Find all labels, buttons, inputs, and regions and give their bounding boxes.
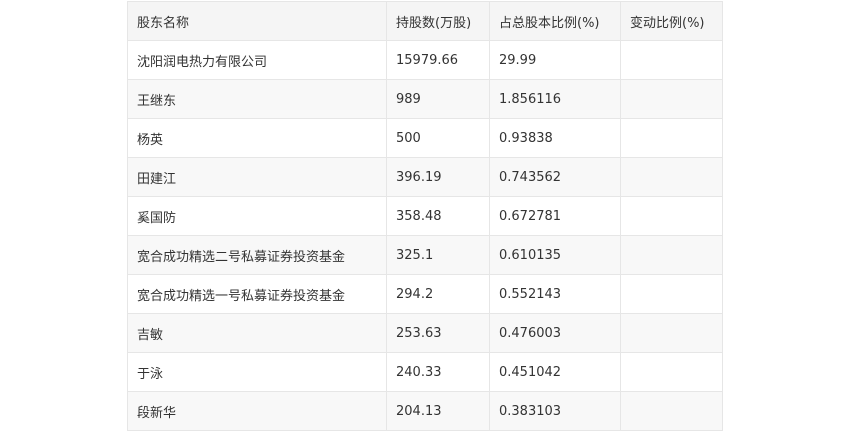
cell-shares-held: 253.63: [386, 313, 490, 353]
cell-shareholder-name: 宽合成功精选二号私募证券投资基金: [127, 235, 387, 275]
cell-shares-held: 358.48: [386, 196, 490, 236]
cell-share-ratio: 0.610135: [489, 235, 621, 275]
cell-share-ratio: 0.383103: [489, 391, 621, 431]
cell-shareholder-name: 于泳: [127, 352, 387, 392]
table-row: 宽合成功精选一号私募证券投资基金 294.2 0.552143: [127, 274, 723, 314]
cell-change-ratio: [620, 79, 723, 119]
shareholder-table: 股东名称 持股数(万股) 占总股本比例(%) 变动比例(%) 沈阳润电热力有限公…: [127, 1, 723, 431]
cell-change-ratio: [620, 274, 723, 314]
cell-change-ratio: [620, 196, 723, 236]
table-row: 段新华 204.13 0.383103: [127, 391, 723, 431]
cell-shareholder-name: 王继东: [127, 79, 387, 119]
header-change-ratio: 变动比例(%): [620, 1, 723, 41]
header-shareholder-name: 股东名称: [127, 1, 387, 41]
table-row: 吉敏 253.63 0.476003: [127, 313, 723, 353]
cell-shares-held: 989: [386, 79, 490, 119]
cell-shareholder-name: 吉敏: [127, 313, 387, 353]
cell-share-ratio: 0.476003: [489, 313, 621, 353]
cell-shares-held: 294.2: [386, 274, 490, 314]
cell-shareholder-name: 宽合成功精选一号私募证券投资基金: [127, 274, 387, 314]
cell-shares-held: 500: [386, 118, 490, 158]
cell-change-ratio: [620, 391, 723, 431]
cell-shares-held: 325.1: [386, 235, 490, 275]
cell-share-ratio: 0.672781: [489, 196, 621, 236]
cell-shares-held: 396.19: [386, 157, 490, 197]
cell-share-ratio: 0.552143: [489, 274, 621, 314]
cell-share-ratio: 1.856116: [489, 79, 621, 119]
cell-shareholder-name: 田建江: [127, 157, 387, 197]
cell-change-ratio: [620, 352, 723, 392]
cell-shareholder-name: 沈阳润电热力有限公司: [127, 40, 387, 80]
table-row: 田建江 396.19 0.743562: [127, 157, 723, 197]
cell-share-ratio: 0.743562: [489, 157, 621, 197]
table-row: 宽合成功精选二号私募证券投资基金 325.1 0.610135: [127, 235, 723, 275]
cell-change-ratio: [620, 40, 723, 80]
header-shares-held: 持股数(万股): [386, 1, 490, 41]
cell-shares-held: 15979.66: [386, 40, 490, 80]
cell-shareholder-name: 奚国防: [127, 196, 387, 236]
cell-change-ratio: [620, 313, 723, 353]
cell-change-ratio: [620, 118, 723, 158]
cell-shares-held: 240.33: [386, 352, 490, 392]
table-row: 于泳 240.33 0.451042: [127, 352, 723, 392]
cell-share-ratio: 0.451042: [489, 352, 621, 392]
table-row: 杨英 500 0.93838: [127, 118, 723, 158]
table-row: 沈阳润电热力有限公司 15979.66 29.99: [127, 40, 723, 80]
table-row: 奚国防 358.48 0.672781: [127, 196, 723, 236]
table-row: 王继东 989 1.856116: [127, 79, 723, 119]
cell-shareholder-name: 杨英: [127, 118, 387, 158]
cell-shareholder-name: 段新华: [127, 391, 387, 431]
header-share-ratio: 占总股本比例(%): [489, 1, 621, 41]
cell-change-ratio: [620, 235, 723, 275]
shareholder-table-container: 股东名称 持股数(万股) 占总股本比例(%) 变动比例(%) 沈阳润电热力有限公…: [127, 1, 723, 431]
cell-share-ratio: 29.99: [489, 40, 621, 80]
cell-shares-held: 204.13: [386, 391, 490, 431]
cell-share-ratio: 0.93838: [489, 118, 621, 158]
table-header-row: 股东名称 持股数(万股) 占总股本比例(%) 变动比例(%): [127, 1, 723, 41]
cell-change-ratio: [620, 157, 723, 197]
